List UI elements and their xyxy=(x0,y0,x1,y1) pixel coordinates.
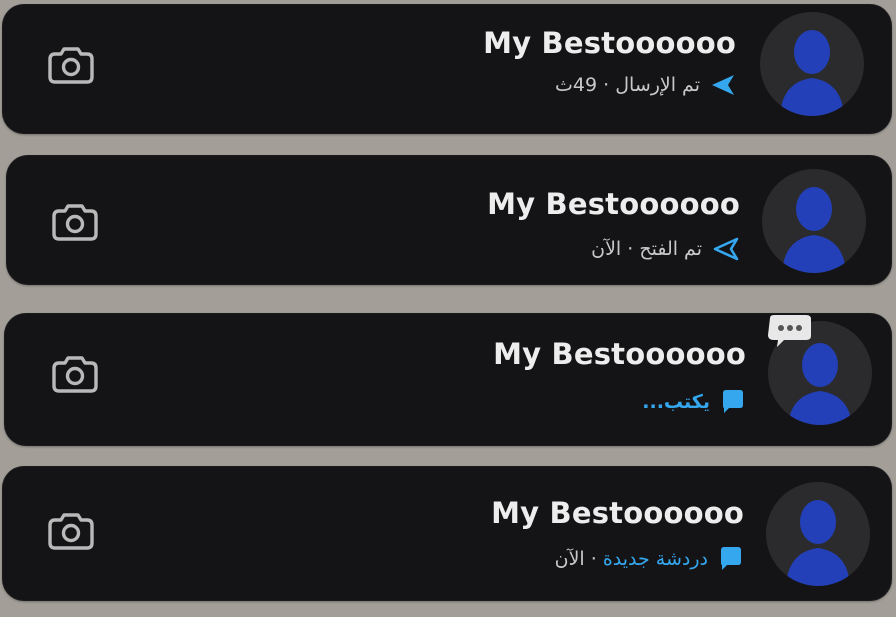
chat-status: تم الفتح · الآن xyxy=(591,237,740,261)
camera-button[interactable] xyxy=(46,508,96,554)
chat-status-text: تم الإرسال · 49ث xyxy=(555,74,700,96)
chat-status: يكتب... xyxy=(642,389,746,415)
chat-row[interactable]: My Bestoooooo تم الإرسال · 49ث xyxy=(2,4,892,134)
chat-status-text: دردشة جديدة · الآن xyxy=(555,548,708,570)
chat-status-state: دردشة جديدة xyxy=(602,548,708,570)
avatar[interactable] xyxy=(766,482,870,586)
status-separator: · xyxy=(621,238,640,260)
camera-icon xyxy=(52,204,98,241)
chat-status: دردشة جديدة · الآن xyxy=(555,546,744,572)
chat-status-time: الآن xyxy=(554,548,585,570)
status-separator: · xyxy=(584,548,603,570)
chat-bubble-icon xyxy=(720,389,746,415)
chat-status-state: تم الفتح xyxy=(639,238,702,260)
chat-status-state: يكتب... xyxy=(642,391,710,413)
typing-dots-icon xyxy=(764,314,814,354)
sent-arrow-filled-icon xyxy=(710,74,736,96)
chat-name: My Bestoooooo xyxy=(493,337,746,371)
chat-row[interactable]: My Bestoooooo دردشة جديدة · الآن xyxy=(2,466,892,601)
chat-name: My Bestoooooo xyxy=(487,187,740,221)
chat-name: My Bestoooooo xyxy=(491,496,744,530)
avatar-silhouette-icon xyxy=(780,30,844,116)
status-separator: · xyxy=(597,74,616,96)
chat-status: تم الإرسال · 49ث xyxy=(555,74,736,96)
avatar[interactable] xyxy=(760,12,864,116)
camera-button[interactable] xyxy=(46,42,96,88)
chat-status-text: تم الفتح · الآن xyxy=(591,238,702,260)
opened-arrow-outline-icon xyxy=(712,237,740,261)
camera-icon xyxy=(52,356,98,393)
avatar-silhouette-icon xyxy=(782,187,846,273)
chat-bubble-icon xyxy=(718,546,744,572)
chat-row[interactable]: My Bestoooooo يكتب... xyxy=(4,313,892,446)
chat-name: My Bestoooooo xyxy=(483,26,736,60)
avatar[interactable] xyxy=(762,169,866,273)
chat-status-time: الآن xyxy=(591,238,622,260)
camera-icon xyxy=(48,513,94,550)
chat-status-state: تم الإرسال xyxy=(615,74,700,96)
chat-status-time: 49ث xyxy=(555,74,598,96)
camera-icon xyxy=(48,47,94,84)
camera-button[interactable] xyxy=(50,351,100,397)
chat-row[interactable]: My Bestoooooo تم الفتح · الآن xyxy=(6,155,892,285)
avatar-silhouette-icon xyxy=(786,500,850,586)
camera-button[interactable] xyxy=(50,199,100,245)
